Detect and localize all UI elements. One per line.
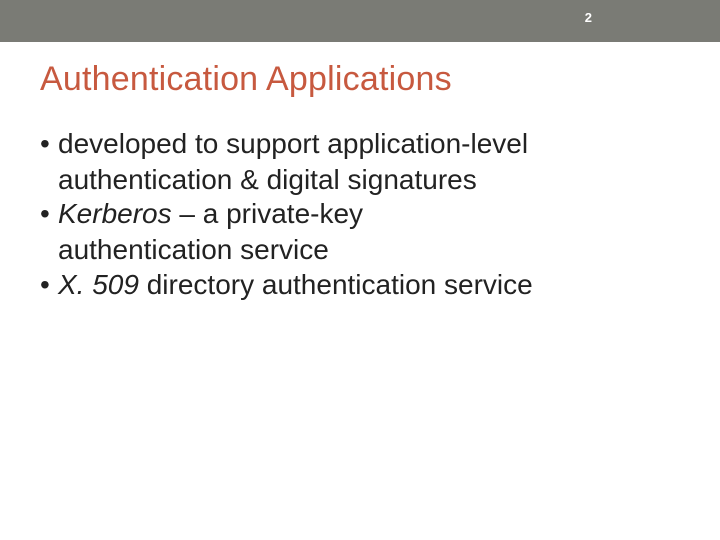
bullet-item: X. 509 directory authentication service: [40, 268, 680, 302]
slide-title: Authentication Applications: [40, 60, 680, 99]
bullet-continuation: authentication & digital signatures: [40, 163, 680, 197]
bullet-text: developed to support application-level: [58, 128, 528, 159]
page-number: 2: [585, 10, 592, 25]
slide-content: Authentication Applications developed to…: [0, 42, 720, 302]
bullet-text: directory authentication service: [139, 269, 533, 300]
bullet-list: developed to support application-level a…: [40, 127, 680, 302]
bullet-text: – a private-key: [172, 198, 363, 229]
bullet-item: developed to support application-level: [40, 127, 680, 161]
bullet-text: authentication service: [58, 234, 329, 265]
bullet-continuation: authentication service: [40, 233, 680, 267]
bullet-text: authentication & digital signatures: [58, 164, 477, 195]
bullet-text-emph: Kerberos: [58, 198, 172, 229]
bullet-item: Kerberos – a private-key: [40, 197, 680, 231]
header-bar: 2: [0, 0, 720, 42]
bullet-text-emph: X. 509: [58, 269, 139, 300]
